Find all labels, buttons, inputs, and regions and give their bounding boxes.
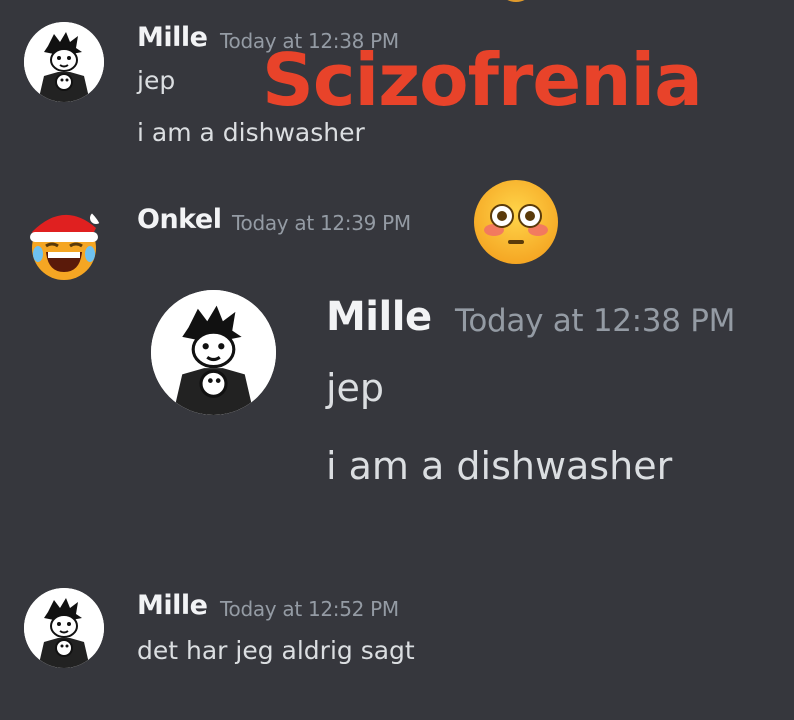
timestamp: Today at 12:52 PM — [220, 597, 399, 621]
message-text: det har jeg aldrig sagt — [137, 636, 415, 665]
message-text: i am a dishwasher — [137, 118, 365, 147]
message-text: jep — [137, 66, 176, 95]
manga-character-avatar-icon — [24, 588, 104, 668]
username[interactable]: Mille — [326, 294, 432, 340]
avatar[interactable] — [24, 202, 104, 282]
avatar[interactable] — [24, 22, 104, 102]
emoji-partial — [503, 0, 529, 2]
laughing-santa-emoji-avatar-icon — [30, 212, 102, 280]
username[interactable]: Onkel — [137, 204, 222, 235]
username[interactable]: Mille — [137, 22, 208, 53]
manga-character-avatar-icon — [24, 22, 104, 102]
message-text: i am a dishwasher — [326, 444, 673, 488]
avatar[interactable] — [151, 290, 276, 415]
overlay-caption: Scizofrenia — [262, 38, 703, 122]
username[interactable]: Mille — [137, 590, 208, 621]
message-text: jep — [326, 366, 385, 410]
timestamp: Today at 12:38 PM — [455, 303, 736, 339]
manga-character-avatar-icon — [151, 290, 276, 415]
timestamp: Today at 12:39 PM — [232, 211, 411, 235]
flushed-face-icon — [474, 180, 558, 264]
avatar[interactable] — [24, 588, 104, 668]
